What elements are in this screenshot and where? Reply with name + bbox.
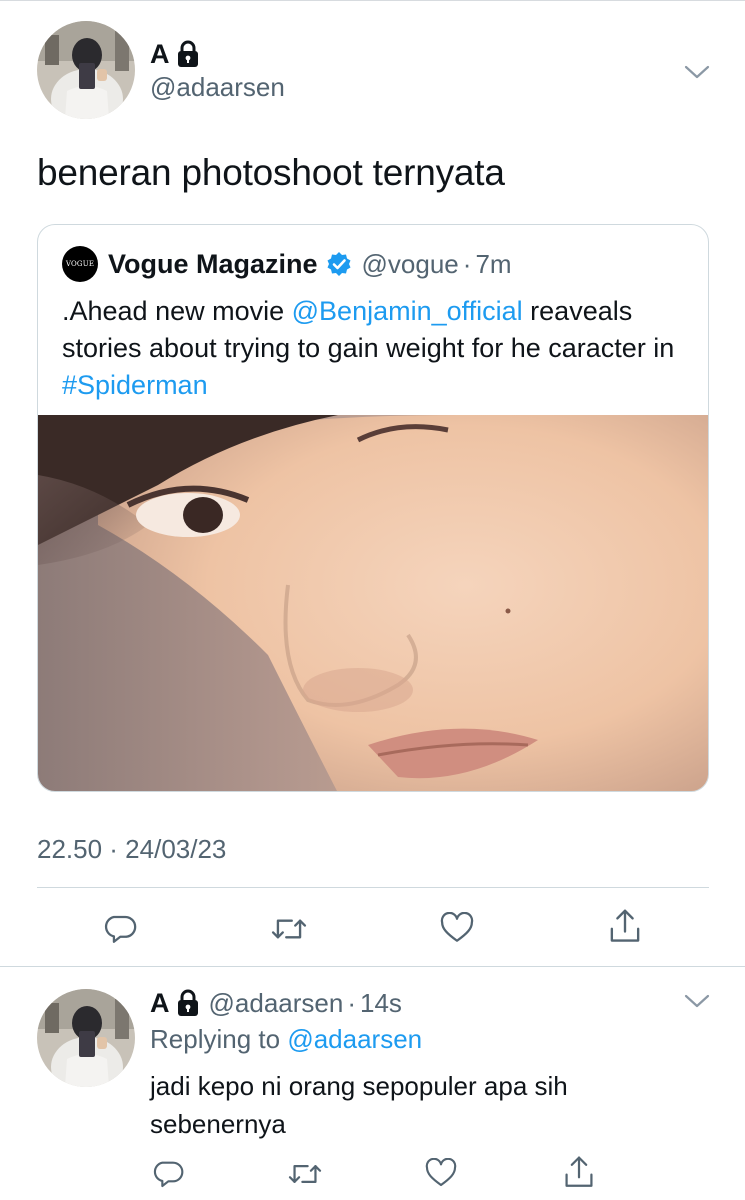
reply-header: A @adaarsen · 14s: [150, 985, 402, 1021]
top-border: [0, 0, 745, 1]
replying-to-label: Replying to: [150, 1024, 288, 1054]
replying-to: Replying to @adaarsen: [150, 1024, 422, 1055]
quote-avatar[interactable]: VOGUE: [62, 246, 98, 282]
lock-icon: [177, 989, 198, 1016]
heart-icon[interactable]: [425, 1158, 457, 1188]
reply-author-avatar[interactable]: [37, 989, 135, 1087]
chevron-down-icon[interactable]: [684, 993, 710, 1009]
author-name-row: A: [150, 36, 199, 72]
author-avatar[interactable]: [37, 21, 135, 119]
avatar-photo: [37, 21, 135, 119]
quote-author-name[interactable]: Vogue Magazine: [108, 249, 318, 280]
retweet-icon[interactable]: [288, 1158, 322, 1190]
tweet-text: beneran photoshoot ternyata: [37, 152, 505, 193]
reply-dot-separator: ·: [347, 987, 356, 1018]
author-handle[interactable]: @adaarsen: [150, 72, 285, 103]
verified-badge-icon: [327, 252, 351, 276]
lock-icon: [177, 40, 198, 67]
quote-tweet-card[interactable]: VOGUE Vogue Magazine @vogue · 7m .Ahead …: [37, 224, 709, 792]
divider: [37, 887, 709, 888]
replying-to-link[interactable]: @adaarsen: [287, 1024, 422, 1054]
retweet-icon[interactable]: [271, 912, 307, 946]
quote-text-prefix: .Ahead new movie: [62, 296, 292, 326]
quote-time[interactable]: 7m: [475, 249, 511, 280]
share-icon[interactable]: [563, 1155, 595, 1189]
reply-author-handle[interactable]: @adaarsen: [209, 988, 344, 1019]
reply-author-name[interactable]: A: [150, 988, 170, 1019]
avatar-photo: [37, 989, 135, 1087]
hashtag-link[interactable]: #Spiderman: [62, 370, 208, 400]
mention-link[interactable]: @Benjamin_official: [292, 296, 523, 326]
share-icon[interactable]: [608, 908, 642, 944]
author-name[interactable]: A: [150, 39, 170, 70]
quote-header: VOGUE Vogue Magazine @vogue · 7m: [62, 246, 512, 282]
chevron-down-icon[interactable]: [684, 64, 710, 80]
quote-text: .Ahead new movie @Benjamin_official reav…: [62, 293, 692, 404]
tweet-timestamp[interactable]: 22.50 · 24/03/23: [37, 834, 226, 865]
quote-author-handle[interactable]: @vogue: [362, 249, 459, 280]
quote-dot-separator: ·: [462, 248, 472, 279]
reply-icon[interactable]: [153, 1158, 185, 1190]
reply-icon[interactable]: [104, 912, 138, 946]
heart-icon[interactable]: [440, 912, 474, 944]
quote-media-photo[interactable]: [38, 415, 709, 792]
reply-time[interactable]: 14s: [360, 988, 402, 1019]
tweet-separator: [0, 966, 745, 967]
reply-text: jadi kepo ni orang sepopuler apa sih seb…: [150, 1071, 568, 1139]
